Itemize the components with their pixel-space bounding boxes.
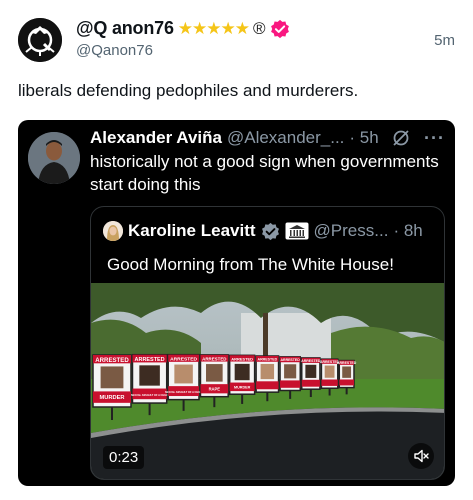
quoted-avatar[interactable]	[28, 132, 80, 184]
post-header: @Q anon76 ★★★★★ ® @Qanon76 5m	[18, 14, 455, 64]
sign-header-text: ARRESTED	[257, 358, 277, 362]
nested-handle[interactable]: @Press...	[314, 221, 389, 241]
government-building-icon	[285, 222, 309, 240]
sign-crime-text: RAPE	[209, 386, 221, 391]
mugshot-photo	[174, 364, 193, 384]
speaker-muted-icon	[414, 449, 429, 463]
nested-avatar[interactable]	[103, 221, 123, 241]
mugshot-photo	[139, 365, 160, 386]
person-photo-icon	[28, 132, 80, 184]
video-player[interactable]: ARRESTED MURDER ARRESTED SEXUAL ASSAULT OF …	[91, 283, 444, 479]
sign-header-text: ARRESTED	[231, 356, 253, 361]
sign-header-text: ARRESTED	[281, 358, 301, 362]
mugshot-photo	[206, 364, 223, 382]
quoted-handle[interactable]: @Alexander_...	[227, 128, 344, 148]
quoted-header: Alexander Aviña @Alexander_... · 5h ···	[90, 126, 445, 150]
video-duration: 0:23	[103, 446, 145, 469]
sign-header-text: ARRESTED	[170, 356, 197, 362]
sign-header-text: ARRESTED	[135, 357, 165, 363]
post-text: liberals defending pedophiles and murder…	[18, 81, 359, 100]
sign-header-text: ARRESTED	[337, 361, 357, 365]
quoted-text: historically not a good sign when govern…	[90, 152, 439, 194]
mugshot-photo	[284, 364, 297, 379]
sign-crime-text: SEXUAL ASSAULT OF A CHILD	[131, 394, 168, 397]
mugshot-photo	[324, 365, 335, 378]
sign-header-text: ARRESTED	[202, 356, 226, 361]
nested-header: Karoline Leavitt @Press... · 8h	[103, 219, 436, 243]
quoted-display-name[interactable]: Alexander Aviña	[90, 128, 222, 148]
mugshot-photo	[100, 366, 124, 389]
verified-badge-icon	[261, 222, 279, 240]
timestamp[interactable]: 5m	[434, 32, 455, 49]
sign-crime-text: MURDER	[100, 395, 125, 401]
mugshot-photo	[305, 364, 317, 378]
nested-quote[interactable]: Karoline Leavitt @Press... · 8h Good Mor…	[90, 206, 445, 480]
quoted-time[interactable]: · 5h	[349, 128, 378, 148]
nested-text: Good Morning from The White House!	[107, 255, 394, 274]
sign-crime-text: MURDER	[234, 385, 251, 389]
person-photo-icon	[103, 221, 123, 241]
sign-header-text: ARRESTED	[301, 359, 321, 363]
quoted-post[interactable]: Alexander Aviña @Alexander_... · 5h ··· …	[18, 120, 455, 486]
nested-display-name[interactable]: Karoline Leavitt	[128, 221, 256, 241]
grok-icon[interactable]	[391, 128, 411, 148]
display-name[interactable]: @Q anon76	[76, 18, 174, 39]
avatar[interactable]	[18, 18, 62, 62]
mugshot-photo	[260, 363, 275, 380]
mugshot-photo	[342, 366, 352, 378]
mute-button[interactable]	[408, 443, 434, 469]
sign-header-text: ARRESTED	[95, 357, 129, 364]
mugshot-photo	[234, 363, 250, 381]
registered-mark: ®	[252, 18, 266, 38]
q-logo-icon	[18, 18, 62, 62]
star-icons: ★★★★★	[177, 18, 250, 38]
nested-time[interactable]: · 8h	[393, 221, 422, 241]
video-thumbnail: ARRESTED MURDER ARRESTED SEXUAL ASSAULT OF …	[91, 283, 444, 479]
sign-crime-text: SEXUAL ASSAULT OF A CHILD	[165, 391, 202, 394]
verified-badge-icon	[270, 19, 289, 38]
handle[interactable]: @Qanon76	[76, 42, 153, 59]
name-row: @Q anon76 ★★★★★ ®	[76, 18, 290, 39]
more-options-icon[interactable]: ···	[424, 128, 445, 149]
